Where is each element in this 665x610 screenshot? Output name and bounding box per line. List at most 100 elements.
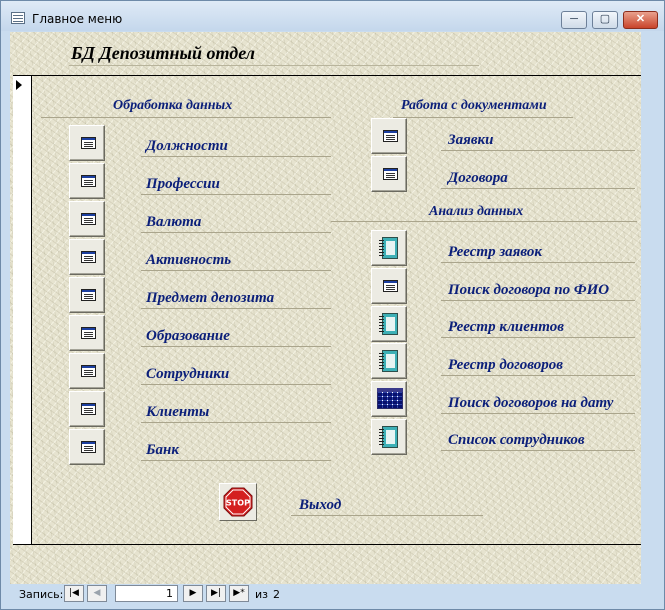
clients-button[interactable]: [69, 391, 105, 427]
item-underline: [141, 308, 331, 309]
form-icon: [81, 175, 96, 187]
requests-label: Заявки: [448, 132, 494, 148]
search-contracts-by-date-button[interactable]: [371, 381, 407, 417]
search-contracts-by-date-label: Поиск договоров на дату: [448, 395, 614, 411]
item-underline: [441, 300, 635, 301]
report-icon: [379, 350, 398, 372]
stop-sign-icon: STOP: [223, 487, 253, 517]
section-title-analysis: Анализ данных: [429, 204, 524, 219]
maximize-button[interactable]: ▢: [592, 11, 618, 29]
clients-registry-label: Реестр клиентов: [448, 319, 564, 335]
contracts-registry-button[interactable]: [371, 343, 407, 379]
item-underline: [141, 270, 331, 271]
close-button[interactable]: ✕: [623, 11, 658, 29]
contracts-label: Договора: [448, 170, 508, 186]
form-icon: [81, 251, 96, 263]
bank-button[interactable]: [69, 429, 105, 465]
item-underline: [441, 262, 635, 263]
item-underline: [141, 156, 331, 157]
report-icon: [379, 426, 398, 448]
next-record-button[interactable]: ▶: [183, 585, 203, 602]
first-record-button[interactable]: |◀: [64, 585, 84, 602]
section-title-documents: Работа с документами: [401, 98, 547, 113]
record-total: 2: [273, 588, 280, 601]
exit-label: Выход: [299, 497, 342, 513]
item-underline: [441, 337, 635, 338]
requests-registry-button[interactable]: [371, 230, 407, 266]
footer-separator: [13, 544, 641, 545]
deposit-subject-label: Предмет депозита: [146, 290, 275, 306]
item-underline: [441, 413, 635, 414]
form-icon: [81, 289, 96, 301]
positions-button[interactable]: [69, 125, 105, 161]
form-icon: [383, 130, 398, 142]
requests-registry-label: Реестр заявок: [448, 244, 542, 260]
stop-sign-text: STOP: [226, 499, 250, 508]
calendar-icon: [377, 388, 403, 409]
record-of-text: из: [255, 588, 268, 601]
window-title: Главное меню: [32, 12, 123, 26]
education-button[interactable]: [69, 315, 105, 351]
activity-label: Активность: [146, 252, 232, 268]
form-window-icon: [11, 12, 25, 24]
new-record-button[interactable]: ▶*: [229, 585, 249, 602]
record-navigation-bar: Запись: |◀ ◀ 1 ▶ ▶| ▶* из 2: [1, 585, 664, 609]
item-underline: [141, 384, 331, 385]
clients-registry-button[interactable]: [371, 306, 407, 342]
section-underline: [393, 117, 573, 118]
form-icon: [81, 441, 96, 453]
item-underline: [141, 460, 331, 461]
currency-label: Валюта: [146, 214, 202, 230]
header-separator: [13, 75, 641, 76]
section-underline: [331, 221, 637, 222]
employees-label: Сотрудники: [146, 366, 230, 382]
contracts-registry-label: Реестр договоров: [448, 357, 563, 373]
employees-list-button[interactable]: [371, 419, 407, 455]
form-icon: [383, 280, 398, 292]
professions-label: Профессии: [146, 176, 220, 192]
item-underline: [291, 515, 483, 516]
item-underline: [441, 450, 635, 451]
positions-label: Должности: [146, 138, 228, 154]
current-record-arrow-icon: [16, 80, 22, 90]
education-label: Образование: [146, 328, 230, 344]
minimize-button[interactable]: ─: [561, 11, 587, 29]
employees-list-label: Список сотрудников: [448, 432, 585, 448]
item-underline: [441, 188, 635, 189]
deposit-subject-button[interactable]: [69, 277, 105, 313]
item-underline: [141, 194, 331, 195]
title-bar[interactable]: Главное меню ─ ▢ ✕: [1, 1, 664, 31]
form-icon: [383, 168, 398, 180]
item-underline: [141, 232, 331, 233]
main-menu-window: Главное меню ─ ▢ ✕ БД Депозитный отдел О…: [0, 0, 665, 610]
record-label: Запись:: [19, 588, 64, 601]
item-underline: [441, 375, 635, 376]
item-underline: [441, 150, 635, 151]
section-underline: [41, 117, 331, 118]
report-icon: [379, 313, 398, 335]
professions-button[interactable]: [69, 163, 105, 199]
form-title: БД Депозитный отдел: [71, 43, 256, 63]
requests-button[interactable]: [371, 118, 407, 154]
search-contract-by-name-label: Поиск договора по ФИО: [448, 282, 610, 298]
title-underline: [69, 65, 479, 66]
item-underline: [141, 422, 331, 423]
last-record-button[interactable]: ▶|: [206, 585, 226, 602]
contracts-button[interactable]: [371, 156, 407, 192]
form-icon: [81, 327, 96, 339]
item-underline: [141, 346, 331, 347]
report-icon: [379, 237, 398, 259]
employees-button[interactable]: [69, 353, 105, 389]
form-icon: [81, 137, 96, 149]
bank-label: Банк: [146, 442, 179, 458]
clients-label: Клиенты: [146, 404, 210, 420]
current-record-input[interactable]: 1: [115, 585, 178, 602]
previous-record-button[interactable]: ◀: [87, 585, 107, 602]
record-selector[interactable]: [13, 75, 32, 544]
exit-button[interactable]: STOP: [219, 483, 257, 521]
form-icon: [81, 213, 96, 225]
form-icon: [81, 365, 96, 377]
activity-button[interactable]: [69, 239, 105, 275]
currency-button[interactable]: [69, 201, 105, 237]
search-contract-by-name-button[interactable]: [371, 268, 407, 304]
